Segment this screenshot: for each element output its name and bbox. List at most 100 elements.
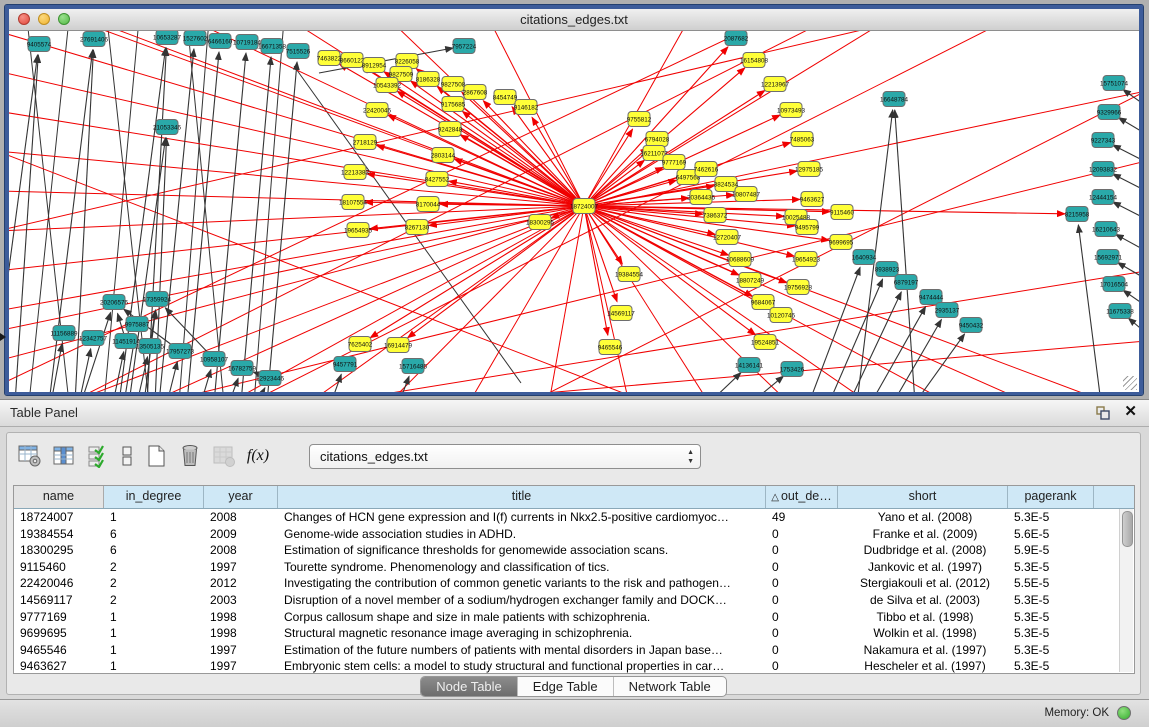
graph-node-label: 8186328 (416, 76, 441, 83)
cell-name: 18724007 (14, 509, 104, 526)
column-header-short[interactable]: short (838, 486, 1008, 508)
column-header-year[interactable]: year (204, 486, 278, 508)
graph-node-label: 2803144 (431, 152, 456, 159)
graph-node-label: 1527602 (183, 35, 208, 42)
cell-pagerank: 5.6E-5 (1008, 526, 1094, 543)
cell-short: Nakamura et al. (1997) (838, 642, 1008, 659)
function-builder-icon[interactable]: f(x) (243, 441, 273, 471)
tab-edge-table[interactable]: Edge Table (518, 677, 614, 696)
graph-node-label: 18300295 (526, 219, 555, 226)
delete-table-icon[interactable] (209, 441, 239, 471)
table-row[interactable]: 1872400712008Changes of HCN gene express… (14, 509, 1134, 526)
graph-node-label: 15692971 (1094, 254, 1123, 261)
table-mode-icon[interactable] (15, 441, 45, 471)
show-columns-icon[interactable] (49, 441, 79, 471)
graph-node-label: 9827508 (441, 81, 466, 88)
tab-network-table[interactable]: Network Table (614, 677, 726, 696)
node-table: namein_degreeyeartitle△out_de…shortpager… (13, 485, 1135, 674)
graph-node-label: 3824534 (714, 181, 739, 188)
cell-out_de: 0 (766, 575, 838, 592)
graph-node-label: 9115460 (830, 209, 855, 216)
graph-node-label: 9227343 (1091, 137, 1116, 144)
graph-node-label: 7462616 (694, 166, 719, 173)
vertical-scrollbar[interactable] (1119, 509, 1133, 672)
table-panel: Table Panel ✕ (0, 399, 1149, 699)
cell-short: Tibbo et al. (1998) (838, 609, 1008, 626)
cell-out_de: 0 (766, 542, 838, 559)
window-resize-grip[interactable] (1123, 376, 1137, 390)
graph-node-label: 8912954 (362, 62, 387, 69)
table-row[interactable]: 946554611997Estimation of the future num… (14, 642, 1134, 659)
cell-out_de: 0 (766, 642, 838, 659)
graph-node-label: 11675338 (1106, 308, 1134, 315)
table-selector-dropdown[interactable]: citations_edges.txt ▲▼ (309, 444, 701, 469)
graph-node-label: 9242848 (438, 126, 463, 133)
graph-node-label: 12975185 (795, 166, 824, 173)
cell-title: Embryonic stem cells: a model to study s… (278, 658, 766, 674)
column-header-out_de[interactable]: △out_de… (766, 486, 838, 508)
graph-node-label: 19524851 (751, 339, 780, 346)
table-row[interactable]: 1938455462009Genome-wide association stu… (14, 526, 1134, 543)
delete-column-icon[interactable] (175, 441, 205, 471)
cell-year: 1997 (204, 559, 278, 576)
cell-name: 19384554 (14, 526, 104, 543)
table-panel-body: f(x) citations_edges.txt ▲▼ namein_degre… (6, 432, 1141, 695)
select-all-icon[interactable] (83, 441, 113, 471)
graph-node-label: 16154808 (740, 57, 769, 64)
table-panel-titlebar[interactable]: Table Panel ✕ (0, 400, 1149, 427)
graph-node-label: 12720407 (713, 234, 742, 241)
status-bar: Memory: OK (0, 699, 1149, 727)
table-row[interactable]: 969969511998Structural magnetic resonanc… (14, 625, 1134, 642)
float-window-icon[interactable] (1095, 405, 1111, 421)
cell-title: Investigating the contribution of common… (278, 575, 766, 592)
column-header-pagerank[interactable]: pagerank (1008, 486, 1094, 508)
cell-out_de: 0 (766, 625, 838, 642)
table-header-row: namein_degreeyeartitle△out_de…shortpager… (14, 486, 1134, 509)
rows-icon[interactable] (117, 441, 137, 471)
cell-year: 1997 (204, 658, 278, 674)
cell-pagerank: 5.9E-5 (1008, 542, 1094, 559)
table-row[interactable]: 911546021997Tourette syndrome. Phenomeno… (14, 559, 1134, 576)
column-header-name[interactable]: name (14, 486, 104, 508)
table-row[interactable]: 1830029562008Estimation of significance … (14, 542, 1134, 559)
table-row[interactable]: 946362711997Embryonic stem cells: a mode… (14, 658, 1134, 674)
graph-node-label: 9684067 (751, 299, 776, 306)
cell-title: Changes of HCN gene expression and I(f) … (278, 509, 766, 526)
scrollbar-thumb[interactable] (1122, 511, 1133, 547)
new-column-icon[interactable] (141, 441, 171, 471)
cell-short: Yano et al. (2008) (838, 509, 1008, 526)
cell-pagerank: 5.3E-5 (1008, 625, 1094, 642)
graph-node-label: 9755812 (627, 116, 652, 123)
graph-node-label: 8226058 (395, 58, 420, 65)
window-titlebar[interactable]: citations_edges.txt (9, 9, 1139, 31)
cell-pagerank: 5.3E-5 (1008, 592, 1094, 609)
cell-title: Disruption of a novel member of a sodium… (278, 592, 766, 609)
graph-node-label: 9465546 (598, 344, 623, 351)
table-row[interactable]: 2242004622012Investigating the contribut… (14, 575, 1134, 592)
graph-node-label: 18724007 (570, 203, 599, 210)
cell-name: 9699695 (14, 625, 104, 642)
cell-out_de: 0 (766, 559, 838, 576)
collapsed-panel-arrow[interactable] (0, 333, 6, 341)
column-header-title[interactable]: title (278, 486, 766, 508)
graph-node-label: 7463822 (317, 55, 342, 62)
graph-node-label: 10543392 (373, 82, 402, 89)
close-panel-icon[interactable]: ✕ (1124, 403, 1137, 421)
table-row[interactable]: 977716911998Corpus callosum shape and si… (14, 609, 1134, 626)
column-header-in_degree[interactable]: in_degree (104, 486, 204, 508)
cell-in_degree: 1 (104, 642, 204, 659)
graph-node-label: 7625402 (348, 341, 373, 348)
graph-node-label: 7485063 (790, 136, 815, 143)
network-canvas[interactable]: 9405574276914061065328715276026466160107… (9, 31, 1139, 392)
graph-node-label: 2087682 (724, 35, 749, 42)
tab-node-table[interactable]: Node Table (421, 677, 518, 696)
table-panel-title: Table Panel (10, 405, 78, 420)
cell-pagerank: 5.3E-5 (1008, 609, 1094, 626)
graph-node-label: 6879197 (894, 279, 919, 286)
table-row[interactable]: 1456911722003Disruption of a novel membe… (14, 592, 1134, 609)
cell-name: 9465546 (14, 642, 104, 659)
cell-name: 9463627 (14, 658, 104, 674)
cell-out_de: 0 (766, 526, 838, 543)
cell-title: Structural magnetic resonance image aver… (278, 625, 766, 642)
table-tabs: Node TableEdge TableNetwork Table (420, 676, 727, 697)
